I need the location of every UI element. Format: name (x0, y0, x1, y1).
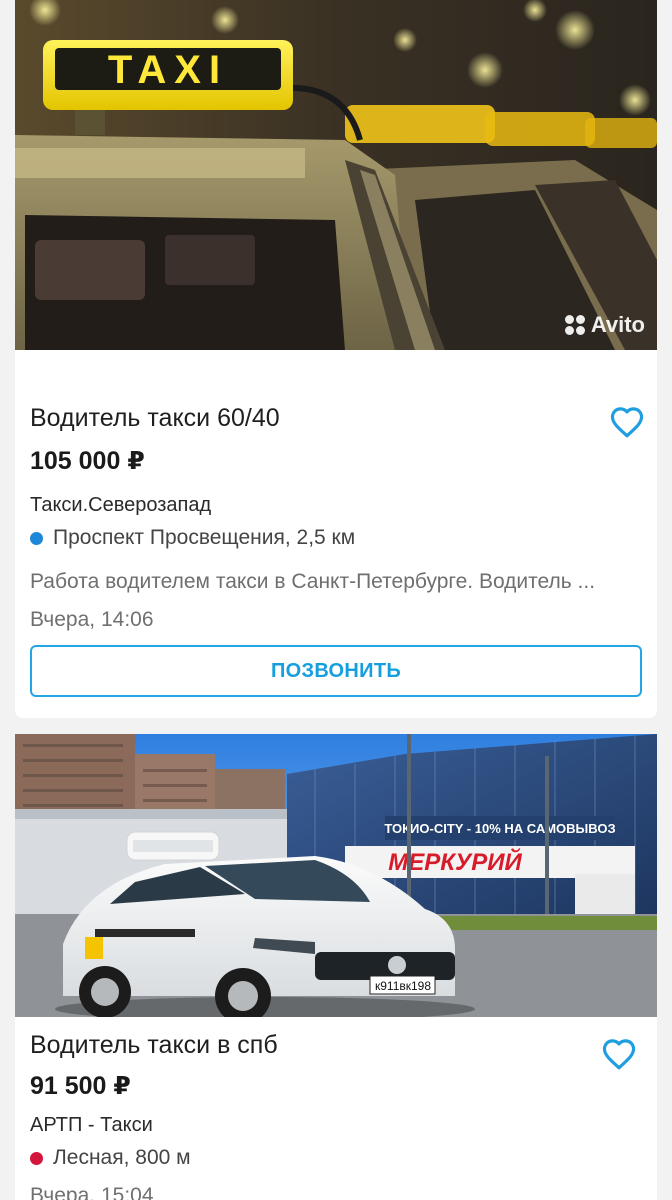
listing-photo[interactable]: ТОКИО-CITY - 10% НА САМОВЫВОЗ МЕРКУРИЙ к… (15, 734, 657, 1017)
watermark-text: Avito (590, 312, 645, 337)
listing-location: Проспект Просвещения, 2,5 км (30, 526, 355, 550)
license-plate-text: к911вк198 (375, 979, 431, 993)
metro-dot-icon (30, 1151, 43, 1165)
avito-watermark: Avito (564, 312, 645, 338)
location-text: Проспект Просвещения, 2,5 км (53, 526, 356, 549)
listing-price: 105 000 ₽ (30, 447, 145, 475)
metro-dot-icon (30, 531, 43, 545)
listing-title[interactable]: Водитель такси в спб (30, 1031, 278, 1060)
listing-description: Работа водителем такси в Санкт-Петербург… (30, 570, 596, 593)
favorite-heart-icon[interactable] (599, 1036, 639, 1072)
listing-card[interactable]: ТОКИО-CITY - 10% НА САМОВЫВОЗ МЕРКУРИЙ к… (15, 734, 657, 1200)
listing-company[interactable]: Такси.Северозапад (30, 494, 211, 517)
listing-price: 91 500 ₽ (30, 1072, 131, 1100)
listing-location: Лесная, 800 м (30, 1146, 191, 1170)
listing-company[interactable]: АРТП - Такси (30, 1114, 153, 1137)
favorite-heart-icon[interactable] (607, 404, 647, 440)
taxi-car-photo-illustration: ТОКИО-CITY - 10% НА САМОВЫВОЗ МЕРКУРИЙ к… (15, 734, 657, 1017)
location-text: Лесная, 800 м (53, 1146, 191, 1169)
listing-card[interactable]: TAXI Avito Водитель такси 60/40 105 000 … (15, 0, 657, 718)
taxi-sign-text: TAXI (108, 48, 228, 92)
listing-date: Вчера, 15:04 (30, 1184, 154, 1200)
listing-date: Вчера, 14:06 (30, 608, 154, 631)
mall-banner-text: ТОКИО-CITY - 10% НА САМОВЫВОЗ (384, 821, 615, 836)
avito-logo-icon (564, 315, 585, 335)
listing-photo[interactable]: TAXI Avito (15, 0, 657, 350)
listing-title[interactable]: Водитель такси 60/40 (30, 404, 280, 433)
call-button[interactable]: ПОЗВОНИТЬ (30, 645, 642, 697)
taxi-photo-illustration: TAXI (15, 0, 657, 350)
